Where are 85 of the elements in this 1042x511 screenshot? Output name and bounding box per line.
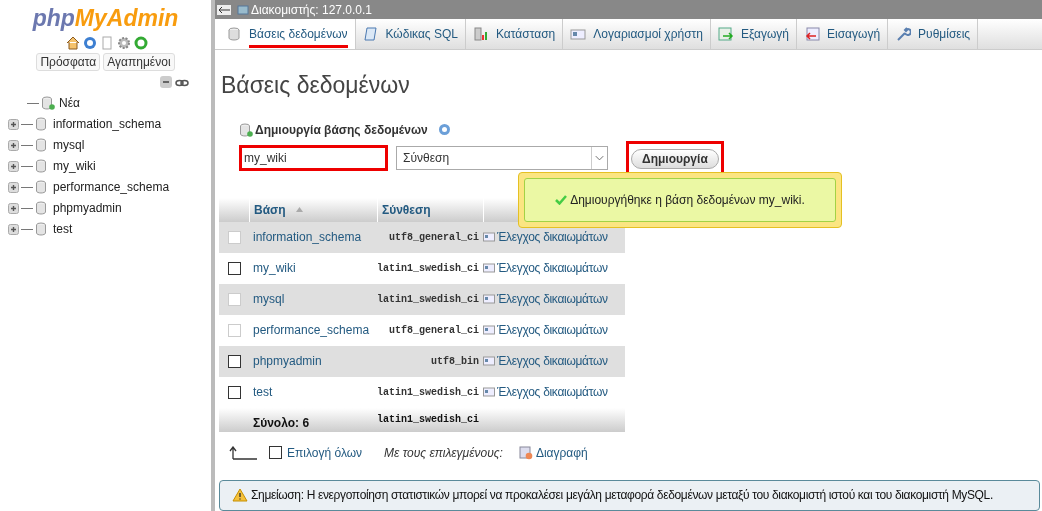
nav-tab[interactable]: Κατάσταση [466,19,564,49]
user-card-icon [483,294,495,304]
sort-ascending-icon [295,207,303,212]
checkmark-icon [555,195,568,205]
expand-icon[interactable] [8,181,19,193]
section-heading: Δημιουργία βάσης δεδομένων [255,121,428,139]
database-link[interactable]: my_wiki [53,157,96,176]
database-name-field[interactable]: my_wiki [239,144,388,171]
collation-cell-text: latin1_swedish_ci [377,292,481,307]
database-icon [35,222,49,237]
delete-link[interactable]: Διαγραφή [535,443,588,462]
wrench-icon [895,26,912,42]
column-header[interactable]: Σύνθεση [377,197,483,222]
breadcrumb-link[interactable]: Διακομιστής: 127.0.0.1 [251,0,373,19]
import-icon [804,26,820,42]
user-card-icon [483,325,495,335]
select-all-label[interactable]: Επιλογή όλων [287,443,363,462]
database-link[interactable]: mysql [53,136,85,155]
database-icon [35,180,49,195]
collapse-all-icon[interactable] [159,74,173,89]
check-privileges-link[interactable]: Έλεγχος δικαιωμάτων [497,352,608,370]
collation-cell-text: utf8_general_ci [388,230,480,245]
dropdown-caret-icon [591,146,607,169]
message-text: Δημιουργήθηκε η βάση δεδομένων my_wiki. [570,192,805,209]
warning-icon [232,488,248,503]
database-link[interactable]: performance_schema [53,178,170,197]
collation-cell-text: utf8_bin [430,354,480,369]
create-button[interactable]: Δημιουργία [631,148,719,169]
arrow-up-left-icon [229,445,257,460]
user-card-icon [483,356,495,366]
nav-tab[interactable]: Εισαγωγή [797,19,889,49]
database-link[interactable]: test [249,383,377,401]
page-title: Βάσεις δεδομένων [221,71,411,100]
export-icon [717,26,734,42]
collation-cell-text: latin1_swedish_ci [377,412,481,427]
database-icon [35,201,49,216]
database-add-icon [239,122,253,137]
with-selected-label: Με τους επιλεγμένους: [384,444,503,462]
check-privileges-link[interactable]: Έλεγχος δικαιωμάτων [497,383,608,401]
user-card-icon [483,387,495,397]
logo[interactable]: phpMyAdmin [0,4,211,33]
nav-tab[interactable]: Λογαριασμοί χρήστη [563,19,711,49]
document-icon [362,26,379,42]
total-label: Σύνολο: 6 [252,414,311,432]
expand-icon[interactable] [8,160,19,172]
server-icon [237,3,249,16]
expand-icon[interactable] [8,223,19,235]
database-link[interactable]: phpmyadmin [249,352,377,370]
database-link[interactable]: my_wiki [249,259,377,277]
database-icon [35,138,49,153]
home-icon[interactable] [66,35,80,50]
row-checkbox[interactable] [227,261,241,275]
collation-cell-text: utf8_general_ci [388,323,480,338]
column-header[interactable]: Βάση [249,197,377,222]
collation-cell-text: latin1_swedish_ci [377,261,481,276]
database-add-icon [41,96,55,111]
panel-tab[interactable]: Αγαπημένοι [103,52,175,71]
user-card-icon [570,26,587,42]
row-checkbox[interactable] [227,385,241,399]
database-link[interactable]: test [53,220,73,239]
collation-cell-text: latin1_swedish_ci [377,385,481,400]
database-icon [226,26,242,42]
database-link[interactable]: Νέα [59,94,80,113]
notice-text: Σημείωση: Η ενεργοποίηση στατιστικών μπορεί να προκαλέσει μεγάλη μεταφορά δεδομένων μεταξύ του διακομιστή ιστού και του διακομιστή MySQL. [251,487,993,505]
nav-tab[interactable]: Εξαγωγή [710,19,797,49]
database-icon [35,117,49,132]
settings-icon[interactable] [117,35,131,50]
table-delete-icon [518,445,533,460]
expand-icon[interactable] [8,202,19,214]
database-link[interactable]: information_schema [53,115,162,134]
back-arrow-icon[interactable] [217,4,231,15]
check-privileges-link[interactable]: Έλεγχος δικαιωμάτων [497,259,608,277]
bar-chart-icon [473,26,489,42]
row-checkbox[interactable] [227,354,241,368]
database-icon [35,159,49,174]
row-checkbox[interactable] [269,446,282,459]
nav-tab[interactable]: Κώδικας SQL [355,19,466,49]
database-link[interactable]: phpmyadmin [53,199,122,218]
user-card-icon [483,263,495,273]
collation-select[interactable]: Σύνθεση [396,145,608,170]
expand-icon[interactable] [8,139,19,151]
user-card-icon [483,232,495,242]
expand-icon[interactable] [8,118,19,130]
panel-tab[interactable]: Πρόσφατα [36,52,101,71]
nav-tab[interactable]: Ρυθμίσεις [888,19,979,49]
